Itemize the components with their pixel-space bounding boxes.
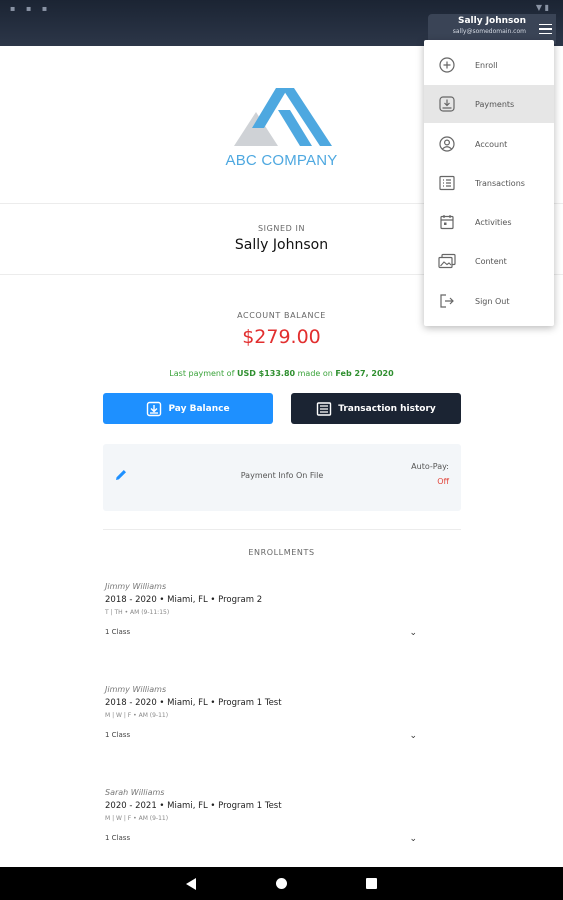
logo-grey-mountain [234, 112, 278, 146]
navigation-dropdown-menu: Enroll Payments Account Transactions Act… [424, 40, 554, 326]
enrollment-item[interactable]: Jimmy Williams 2018 - 2020 • Miami, FL •… [105, 685, 425, 741]
images-icon [438, 253, 456, 269]
chevron-down-icon[interactable]: ⌄ [409, 834, 417, 844]
recent-apps-icon[interactable] [366, 878, 377, 889]
calendar-icon [440, 215, 454, 230]
menu-item-transactions[interactable]: Transactions [424, 164, 554, 202]
enrollment-class-count: 1 Class [105, 628, 131, 636]
back-icon[interactable] [186, 878, 196, 890]
enrollment-student: Sarah Williams [105, 788, 165, 797]
last-payment-date: Feb 27, 2020 [335, 369, 394, 378]
menu-item-label: Account [475, 139, 508, 149]
pay-balance-button[interactable]: Pay Balance [103, 393, 273, 424]
auto-pay-status[interactable]: Off [437, 477, 449, 486]
menu-item-account[interactable]: Account [424, 125, 554, 163]
menu-item-content[interactable]: Content [424, 242, 554, 280]
plus-circle-icon [439, 57, 455, 73]
last-payment-amount: USD $133.80 [236, 369, 296, 378]
last-payment-text: Last payment of USD $133.80 made on Feb … [0, 369, 563, 378]
payment-info-card[interactable]: Payment Info On File Auto-Pay: Off [103, 444, 461, 511]
account-icon [439, 136, 455, 152]
enrollment-class-count-row[interactable]: 1 Class ⌄ [105, 628, 425, 638]
pay-balance-icon [147, 401, 162, 416]
last-payment-prefix: Last payment of [169, 369, 235, 378]
last-payment-mid: made on [297, 369, 333, 378]
menu-item-label: Payments [475, 99, 515, 109]
chevron-down-icon[interactable]: ⌄ [409, 731, 417, 741]
enrollment-schedule: M | W | F • AM (9-11) [105, 712, 169, 719]
enrollment-class-count-row[interactable]: 1 Class ⌄ [105, 834, 425, 844]
header-user-email: sally@somedomain.com [452, 28, 526, 35]
status-bar-indicators: ▼ ▮ [535, 3, 549, 12]
menu-item-label: Sign Out [475, 296, 510, 306]
menu-item-activities[interactable]: Activities [424, 203, 554, 241]
account-balance-amount: $279.00 [242, 326, 321, 348]
menu-item-label: Transactions [475, 178, 525, 188]
enrollments-title: ENROLLMENTS [248, 548, 315, 557]
enrollment-schedule: M | W | F • AM (9-11) [105, 815, 169, 822]
transactions-list-icon [439, 175, 455, 191]
menu-item-enroll[interactable]: Enroll [424, 46, 554, 84]
home-icon[interactable] [276, 878, 287, 889]
sign-out-icon [440, 294, 454, 308]
enrollment-class-count: 1 Class [105, 731, 131, 739]
transaction-history-button[interactable]: Transaction history [291, 393, 461, 424]
menu-item-sign-out[interactable]: Sign Out [424, 282, 554, 320]
system-navigation-bar [0, 867, 563, 900]
payment-info-label: Payment Info On File [240, 471, 324, 480]
header-user-name: Sally Johnson [457, 16, 526, 26]
enrollment-class-count-row[interactable]: 1 Class ⌄ [105, 731, 425, 741]
menu-item-label: Enroll [475, 60, 498, 70]
divider [103, 529, 461, 530]
enrollment-student: Jimmy Williams [105, 582, 167, 591]
enrollment-program: 2018 - 2020 • Miami, FL • Program 2 [105, 595, 263, 605]
enrollment-schedule: T | TH • AM (9-11:15) [105, 609, 170, 616]
status-bar-icons: ▪ ▪ ▪ [10, 4, 52, 13]
enrollment-item[interactable]: Sarah Williams 2020 - 2021 • Miami, FL •… [105, 788, 425, 844]
enrollment-item[interactable]: Jimmy Williams 2018 - 2020 • Miami, FL •… [105, 582, 425, 638]
company-name: ABC COMPANY [225, 152, 338, 169]
enrollment-program: 2018 - 2020 • Miami, FL • Program 1 Test [105, 698, 282, 708]
enrollment-class-count: 1 Class [105, 834, 131, 842]
payments-icon [439, 96, 455, 112]
enrollment-program: 2020 - 2021 • Miami, FL • Program 1 Test [105, 801, 282, 811]
chevron-down-icon[interactable]: ⌄ [409, 628, 417, 638]
menu-item-label: Activities [475, 217, 512, 227]
enrollment-student: Jimmy Williams [105, 685, 167, 694]
auto-pay-label: Auto-Pay: [411, 462, 449, 471]
logo-blue-stroke-1 [252, 88, 288, 128]
pay-balance-label: Pay Balance [168, 403, 230, 414]
transaction-history-icon [317, 401, 332, 416]
menu-item-payments[interactable]: Payments [424, 85, 554, 123]
transaction-history-label: Transaction history [338, 403, 436, 414]
menu-item-label: Content [475, 256, 507, 266]
